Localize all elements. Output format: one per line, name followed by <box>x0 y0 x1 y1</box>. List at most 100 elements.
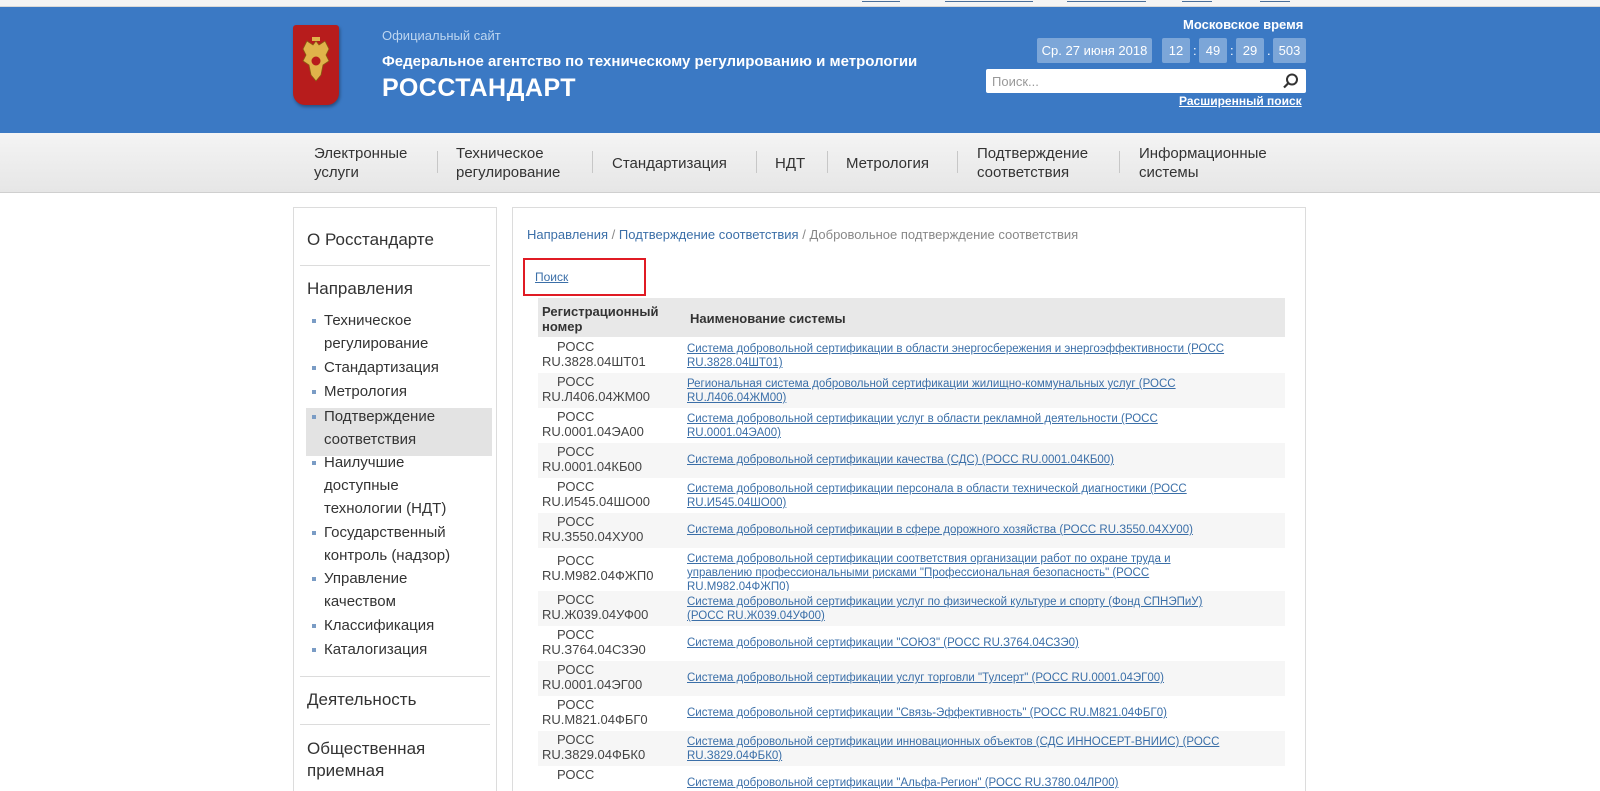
top-utility-bar <box>0 0 1600 7</box>
nav-divider <box>592 151 593 173</box>
search-icon[interactable] <box>1282 72 1300 90</box>
system-name-link[interactable]: Региональная система добровольной сертиф… <box>687 377 1277 405</box>
sidebar-item-metrology[interactable]: Метрология <box>324 380 407 403</box>
nav-information-systems[interactable]: Информационные системы <box>1139 144 1267 182</box>
reg-number-prefix: РОСС <box>557 553 595 568</box>
reg-number-cell: РОСС RU.И545.04ШО00 <box>542 479 686 509</box>
system-name-link[interactable]: Система добровольной сертификации услуг … <box>687 595 1277 623</box>
reg-number-code: RU.0001.04ЭА00 <box>542 424 644 439</box>
clock-separator: : <box>1193 43 1197 58</box>
reg-number-prefix: РОСС <box>557 514 595 529</box>
system-name-link[interactable]: Система добровольной сертификации "Альфа… <box>687 776 1277 790</box>
reg-number-prefix: РОСС <box>557 479 595 494</box>
nav-technical-regulation[interactable]: Техническое регулирование <box>456 144 560 182</box>
sidebar-item-state-control[interactable]: Государственный контроль (надзор) <box>324 521 450 567</box>
system-name-line: RU.Л406.04ЖМ00) <box>687 392 787 404</box>
table-row: РОСС RU.З550.04ХУ00 Система добровольной с… <box>538 513 1285 548</box>
top-link-1[interactable] <box>862 0 900 2</box>
top-link-2[interactable] <box>945 0 1033 2</box>
nav-label: Электронные <box>314 145 408 162</box>
agency-name[interactable]: Федеральное агентство по техническому ре… <box>382 53 917 70</box>
column-header-label: номер <box>542 319 583 334</box>
system-name-link[interactable]: Система добровольной сертификации в обла… <box>687 342 1277 370</box>
nav-label: услуги <box>314 164 359 181</box>
table-row: РОСС Система добровольной сертификации "А… <box>538 766 1285 791</box>
sidebar-item-quality-management[interactable]: Управление качеством <box>324 567 407 613</box>
reg-number-code: RU.Л406.04ЖМ00 <box>542 389 650 404</box>
sidebar-directions[interactable]: Направления <box>307 278 413 300</box>
table-header: Регистрационный номер Наименование систе… <box>538 298 1285 337</box>
moscow-time-label: Московское время <box>1183 17 1304 32</box>
sidebar-item-label: Техническое <box>324 312 412 329</box>
sidebar-item-technical-regulation[interactable]: Техническое регулирование <box>324 309 428 355</box>
clock-date: Ср. 27 июня 2018 <box>1037 38 1152 63</box>
reg-number-cell: РОСС RU.M982.04ФЖП0 <box>542 553 686 583</box>
table-row: РОСС RU.0001.04КБ00 Система добровольной с… <box>538 443 1285 478</box>
sidebar-item-best-technologies[interactable]: Наилучшие доступные технологии (НДТ) <box>324 451 446 520</box>
nav-label: системы <box>1139 164 1199 181</box>
clock-separator: . <box>1267 43 1271 58</box>
system-name-link[interactable]: Система добровольной сертификации в сфер… <box>687 523 1277 537</box>
system-name-line: Система добровольной сертификации услуг … <box>687 596 1203 608</box>
reg-number-prefix: РОСС <box>557 732 595 747</box>
table-row: РОСС RU.0001.04ЭА00 Система добровольной с… <box>538 408 1285 443</box>
nav-standardization[interactable]: Стандартизация <box>612 154 727 173</box>
system-name-link[interactable]: Система добровольной сертификации услуг … <box>687 671 1277 685</box>
system-name-link[interactable]: Система добровольной сертификации "Связь… <box>687 706 1277 720</box>
reg-number-cell: РОСС RU.0001.04ЭА00 <box>542 409 686 439</box>
coat-of-arms-logo[interactable] <box>293 25 339 105</box>
nav-label: регулирование <box>456 164 561 181</box>
advanced-search-link[interactable]: Расширенный поиск <box>1179 94 1302 108</box>
sidebar-item-label: контроль (надзор) <box>324 547 451 564</box>
sidebar-divider <box>300 676 490 677</box>
nav-electronic-services[interactable]: Электронные услуги <box>314 144 407 182</box>
sidebar-item-standardization[interactable]: Стандартизация <box>324 356 439 379</box>
nav-conformity-confirmation[interactable]: Подтверждение соответствия <box>977 144 1088 182</box>
system-name-line: Региональная система добровольной сертиф… <box>687 378 1176 390</box>
brand-title[interactable]: РОССТАНДАРТ <box>382 74 576 103</box>
sidebar-item-conformity[interactable]: Подтверждение соответствия <box>324 405 435 451</box>
table-row: РОСС RU.Ж039.04УФ00 Система добровольной с… <box>538 591 1285 626</box>
top-link-4[interactable] <box>1182 0 1212 2</box>
clock-separator: : <box>1230 43 1234 58</box>
reg-number-cell: РОСС <box>542 767 686 782</box>
system-name-link[interactable]: Система добровольной сертификации иннова… <box>687 735 1277 763</box>
system-name-link[interactable]: Система добровольной сертификации услуг … <box>687 412 1277 440</box>
sidebar-activity[interactable]: Деятельность <box>307 689 416 711</box>
reg-number-code: RU.0001.04ЭГ00 <box>542 677 643 692</box>
breadcrumb-confirmation[interactable]: Подтверждение соответствия <box>619 227 799 242</box>
system-name-line: Система добровольной сертификации "Связь… <box>687 707 1167 719</box>
top-link-5[interactable] <box>1260 0 1290 2</box>
reg-number-prefix: РОСС <box>557 339 595 354</box>
reg-number-code: RU.0001.04КБ00 <box>542 459 642 474</box>
nav-metrology[interactable]: Метрология <box>846 154 929 173</box>
column-header-system-name: Наименование системы <box>690 311 846 326</box>
system-name-link[interactable]: Система добровольной сертификации соотве… <box>687 552 1277 594</box>
reg-number-prefix: РОСС <box>557 592 595 607</box>
search-link[interactable]: Поиск <box>535 270 568 284</box>
main-content: Направления / Подтверждение соответствия… <box>512 207 1306 791</box>
breadcrumb-separator: / <box>611 227 616 242</box>
breadcrumb-directions[interactable]: Направления <box>527 227 608 242</box>
system-name-link[interactable]: Система добровольной сертификации "СОЮЗ"… <box>687 636 1277 650</box>
reg-number-cell: РОСС RU.Ж039.04УФ00 <box>542 592 686 622</box>
system-name-line: Система добровольной сертификации качест… <box>687 454 1114 466</box>
reg-number-prefix: РОСС <box>557 409 595 424</box>
reg-number-prefix: РОСС <box>557 662 595 677</box>
clock-minutes: 49 <box>1199 38 1227 63</box>
column-header-label: Регистрационный <box>542 304 659 319</box>
sidebar-item-classification[interactable]: Классификация <box>324 614 434 637</box>
official-site-label: Официальный сайт <box>382 28 501 43</box>
reg-number-prefix: РОСС <box>557 627 595 642</box>
system-name-link[interactable]: Система добровольной сертификации персон… <box>687 482 1277 510</box>
sidebar-public-reception[interactable]: Общественная приемная <box>307 738 425 782</box>
reg-number-prefix: РОСС <box>557 697 595 712</box>
nav-ndt[interactable]: НДТ <box>775 154 805 173</box>
search-input[interactable] <box>992 71 1272 91</box>
system-name-link[interactable]: Система добровольной сертификации качест… <box>687 453 1277 467</box>
top-link-3[interactable] <box>1067 0 1146 2</box>
sidebar-about[interactable]: О Росстандарте <box>307 229 434 251</box>
reg-number-cell: РОСС RU.З764.04СЗЭ0 <box>542 627 686 657</box>
reg-number-cell: РОСС RU.З550.04ХУ00 <box>542 514 686 544</box>
sidebar-item-cataloging[interactable]: Каталогизация <box>324 638 427 661</box>
